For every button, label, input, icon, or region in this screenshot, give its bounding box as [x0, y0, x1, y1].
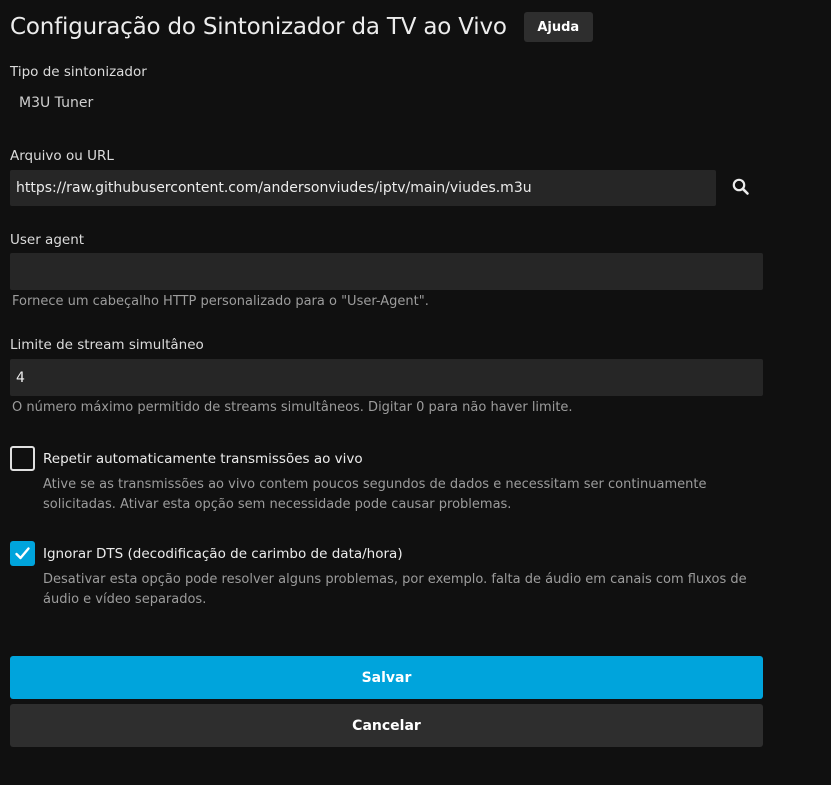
stream-limit-hint: O número máximo permitido de streams sim…	[12, 400, 573, 415]
search-icon	[732, 178, 749, 195]
file-browse-button[interactable]	[724, 170, 758, 204]
file-url-input[interactable]: https://raw.githubusercontent.com/anders…	[10, 170, 716, 206]
stream-limit-input[interactable]: 4	[10, 359, 763, 396]
page-header: Configuração do Sintonizador da TV ao Vi…	[10, 10, 593, 44]
cancel-button[interactable]: Cancelar	[10, 704, 763, 747]
ignore-dts-checkbox[interactable]	[10, 541, 35, 566]
page-title: Configuração do Sintonizador da TV ao Vi…	[10, 14, 507, 40]
user-agent-input[interactable]	[10, 253, 763, 290]
tuner-type-label: Tipo de sintonizador	[10, 64, 147, 80]
stream-limit-label: Limite de stream simultâneo	[10, 337, 204, 353]
auto-loop-label[interactable]: Repetir automaticamente transmissões ao …	[43, 451, 363, 467]
auto-loop-description: Ative se as transmissões ao vivo contem …	[43, 477, 707, 512]
ignore-dts-label[interactable]: Ignorar DTS (decodificação de carimbo de…	[43, 546, 403, 562]
tuner-type-value: M3U Tuner	[19, 95, 94, 111]
help-button[interactable]: Ajuda	[523, 12, 593, 42]
auto-loop-checkbox[interactable]	[10, 446, 35, 471]
user-agent-hint: Fornece um cabeçalho HTTP personalizado …	[12, 294, 429, 309]
file-url-label: Arquivo ou URL	[10, 148, 114, 164]
save-button[interactable]: Salvar	[10, 656, 763, 699]
ignore-dts-description: Desativar esta opção pode resolver algun…	[43, 572, 747, 607]
checkmark-icon	[15, 547, 30, 560]
user-agent-label: User agent	[10, 232, 85, 248]
